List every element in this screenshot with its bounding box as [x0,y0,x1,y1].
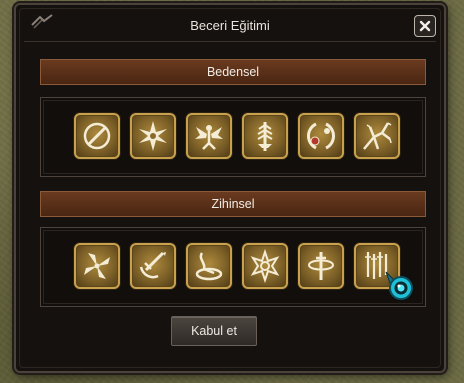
eye-cursor-icon [385,271,413,300]
spinning-sword-icon [308,252,335,280]
skill-row-zihinsel [74,243,400,289]
section-header-bedensel: Bedensel [40,59,426,85]
slash-circle-icon [83,122,111,150]
section-title-zihinsel: Zihinsel [211,197,255,211]
title-bar[interactable]: Beceri Eğitimi [24,11,436,42]
skill-slot-zihinsel-3[interactable] [186,243,232,289]
skill-slot-bedensel-3[interactable] [186,113,232,159]
skill-slot-zihinsel-2[interactable] [130,243,176,289]
starburst-icon [139,121,167,151]
skill-panel-bedensel [40,97,426,177]
skill-panel-zihinsel [40,227,426,307]
skill-training-window: Beceri Eğitimi Bedensel Zihinsel Kabul e… [14,3,446,373]
lotus-mandala-icon [250,249,280,283]
skill-slot-bedensel-2[interactable] [130,113,176,159]
pinwheel-icon [84,253,110,279]
section-title-bedensel: Bedensel [206,65,260,79]
skill-slot-bedensel-4[interactable] [242,113,288,159]
skill-slot-zihinsel-4[interactable] [242,243,288,289]
section-header-zihinsel: Zihinsel [40,191,426,217]
anchor-sword-icon [139,251,166,279]
skill-row-bedensel [74,113,400,159]
skill-slot-bedensel-5[interactable] [298,113,344,159]
skill-slot-bedensel-6[interactable] [354,113,400,159]
feathered-blade-icon [257,122,273,151]
skill-slot-bedensel-1[interactable] [74,113,120,159]
winged-figure-icon [195,125,223,150]
skill-slot-zihinsel-5[interactable] [298,243,344,289]
close-button[interactable] [414,15,436,37]
window-title: Beceri Eğitimi [190,18,270,33]
thorny-branches-icon [363,122,392,150]
whirlwind-icon [195,252,223,281]
close-icon [419,20,431,32]
skill-slot-zihinsel-1[interactable] [74,243,120,289]
accept-button[interactable]: Kabul et [171,316,257,346]
crescent-orbs-icon [307,122,335,150]
